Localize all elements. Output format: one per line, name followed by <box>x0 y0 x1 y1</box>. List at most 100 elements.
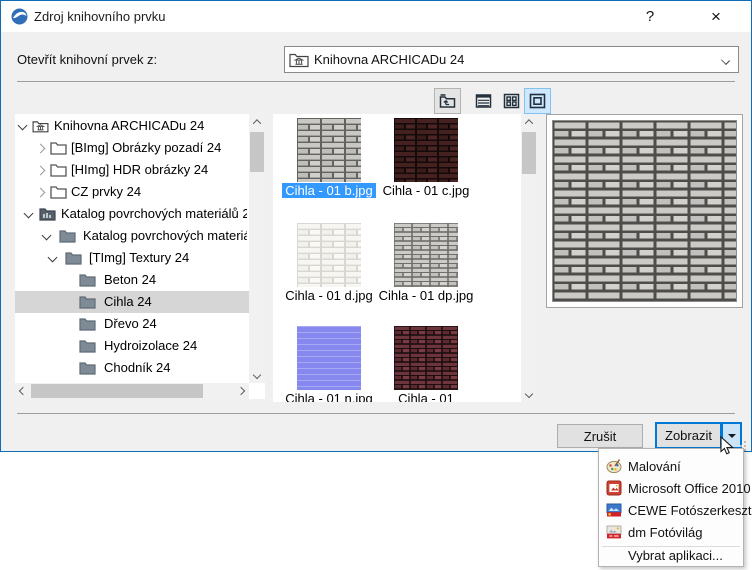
chevron-right-icon[interactable] <box>36 188 46 198</box>
cewe-photo-icon <box>606 502 622 518</box>
screen: Zdroj knihovního prvku ? × Otevřít kniho… <box>0 0 752 570</box>
scrollbar-thumb[interactable] <box>250 132 264 172</box>
menu-item-label: Malování <box>628 459 681 474</box>
scrollbar-thumb[interactable] <box>31 384 203 398</box>
open-with-menu: Malování Microsoft Office 2010 <box>598 448 744 567</box>
folder-icon <box>79 317 96 331</box>
menu-item[interactable]: Microsoft Office 2010 <box>599 477 743 499</box>
folder-icon <box>50 163 67 177</box>
tree-item-label: Beton 24 <box>104 269 247 291</box>
chevron-right-icon[interactable] <box>36 144 46 154</box>
tree-item[interactable]: Knihovna ARCHICADu 24 <box>15 115 249 137</box>
tree-item[interactable]: Dřevo 24 <box>15 313 249 335</box>
menu-item-label: Microsoft Office 2010 <box>628 481 751 496</box>
tree-item[interactable]: Katalog povrchových materiálů 24 <box>15 225 249 247</box>
show-button[interactable]: Zobrazit <box>655 422 722 449</box>
file-label[interactable]: Cihla - 01 dp.jpg <box>378 288 474 303</box>
file-label[interactable]: Cihla - 01 d.jpg <box>281 288 377 303</box>
menu-item-label: CEWE Fotószerkeszto <box>628 503 752 518</box>
tree-item[interactable]: [BImg] Obrázky pozadí 24 <box>15 137 249 159</box>
tree-item[interactable]: CZ prvky 24 <box>15 181 249 203</box>
file-label[interactable]: Cihla - 01 n.jpg <box>281 391 377 402</box>
tree-item-label: Knihovna ARCHICADu 24 <box>54 115 247 137</box>
folder-icon <box>79 295 96 309</box>
file-label[interactable]: Cihla - 01 c.jpg <box>378 183 474 198</box>
library-source-dialog: Zdroj knihovního prvku ? × Otevřít kniho… <box>0 0 752 452</box>
tree-item-label: [BImg] Obrázky pozadí 24 <box>71 137 247 159</box>
texture-thumbnail[interactable] <box>394 326 458 390</box>
cancel-button[interactable]: Zrušit <box>557 424 643 448</box>
menu-item-label: dm Fotóvilág <box>628 525 702 540</box>
help-button[interactable]: ? <box>634 1 666 32</box>
menu-item[interactable]: dm Fotóvilág <box>599 521 743 543</box>
list-vertical-scrollbar[interactable] <box>521 114 537 402</box>
menu-item-choose-app[interactable]: Vybrat aplikaci... <box>599 544 743 566</box>
tree-item-label: Chodník 24 <box>104 357 247 379</box>
chevron-down-icon[interactable] <box>24 209 34 219</box>
texture-thumbnail[interactable] <box>394 118 458 182</box>
tree-item-label: Hydroizolace 24 <box>104 335 247 357</box>
dm-photo-icon <box>606 524 622 540</box>
tree-item[interactable]: Beton 24 <box>15 269 249 291</box>
tree-item-label: Dřevo 24 <box>104 313 247 335</box>
tree-item[interactable]: [HImg] HDR obrázky 24 <box>15 159 249 181</box>
folder-icon <box>79 339 96 353</box>
preview-view-button[interactable] <box>524 88 551 114</box>
texture-file-list: Cihla - 01 b.jpg Cihla - 01 c.jpg Cihla … <box>273 114 537 402</box>
tree-horizontal-scrollbar[interactable] <box>15 383 249 399</box>
tree-vertical-scrollbar[interactable] <box>249 114 265 383</box>
tree-item-selected[interactable]: Cihla 24 <box>15 291 249 313</box>
small-icons-view-button[interactable] <box>499 89 524 113</box>
chevron-down-icon[interactable] <box>48 253 58 263</box>
tree-item-label: Katalog povrchových materiálů 24.l <box>61 203 247 225</box>
library-icon <box>32 119 49 133</box>
menu-item[interactable]: CEWE Fotószerkeszto <box>599 499 743 521</box>
scroll-down-arrow[interactable] <box>521 386 537 402</box>
texture-preview <box>546 114 743 308</box>
scroll-down-arrow[interactable] <box>249 367 265 383</box>
list-view-button[interactable] <box>471 89 496 113</box>
tree-item[interactable]: Hydroizolace 24 <box>15 335 249 357</box>
chevron-right-icon[interactable] <box>36 166 46 176</box>
dialog-title: Zdroj knihovního prvku <box>34 1 166 32</box>
mouse-cursor <box>719 436 735 461</box>
library-container-icon <box>39 207 56 221</box>
library-source-combobox[interactable]: Knihovna ARCHICADu 24 <box>284 46 739 73</box>
scroll-up-arrow[interactable] <box>521 114 537 130</box>
tree-item[interactable]: Chodník 24 <box>15 357 249 379</box>
tree-item-label: Cihla 24 <box>104 291 247 313</box>
folder-icon <box>65 251 82 265</box>
scrollbar-thumb[interactable] <box>522 132 536 174</box>
combobox-value: Knihovna ARCHICADu 24 <box>314 52 464 67</box>
archicad-logo-icon <box>11 8 28 30</box>
folder-icon <box>50 141 67 155</box>
paint-palette-icon <box>606 458 622 474</box>
chevron-down-icon[interactable] <box>18 121 28 131</box>
separator <box>17 413 735 414</box>
scroll-up-arrow[interactable] <box>249 114 265 130</box>
open-from-label: Otevřít knihovní prvek z: <box>17 46 157 73</box>
scroll-left-arrow[interactable] <box>15 383 31 399</box>
tree-item-label: [HImg] HDR obrázky 24 <box>71 159 247 181</box>
tree-item[interactable]: [TImg] Textury 24 <box>15 247 249 269</box>
scroll-right-arrow[interactable] <box>233 383 249 399</box>
close-button[interactable]: × <box>700 1 732 32</box>
separator <box>17 81 735 82</box>
folder-icon <box>59 229 76 243</box>
office-picture-icon <box>606 480 622 496</box>
title-bar: Zdroj knihovního prvku ? × <box>1 1 751 32</box>
texture-thumbnail[interactable] <box>297 326 361 390</box>
texture-thumbnail[interactable] <box>394 223 458 287</box>
folder-tree: Knihovna ARCHICADu 24 [BImg] Obrázky poz… <box>15 114 265 399</box>
chevron-down-icon[interactable] <box>42 231 52 241</box>
file-label[interactable]: Cihla - 01 p.jpg <box>378 391 474 402</box>
menu-item-label: Vybrat aplikaci... <box>628 548 723 563</box>
library-icon <box>289 51 309 68</box>
file-label-selected[interactable]: Cihla - 01 b.jpg <box>281 183 377 198</box>
chevron-down-icon <box>721 56 730 65</box>
texture-thumbnail[interactable] <box>297 223 361 287</box>
texture-thumbnail[interactable] <box>297 118 361 182</box>
up-one-level-button[interactable] <box>434 88 461 114</box>
folder-icon <box>50 185 67 199</box>
tree-item[interactable]: Katalog povrchových materiálů 24.l <box>15 203 249 225</box>
